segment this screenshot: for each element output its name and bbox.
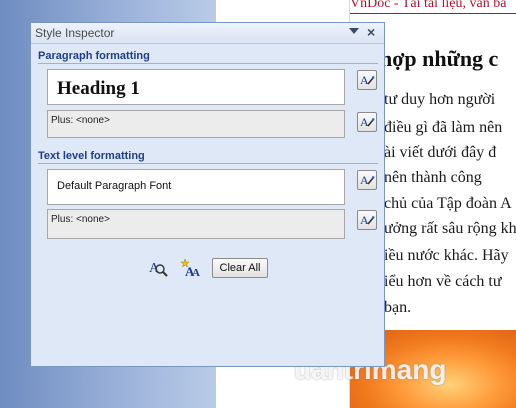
paragraph-plus-value: Plus: <none> <box>51 115 110 126</box>
document-line: iều nước khác. Hãy <box>384 247 509 264</box>
close-button[interactable]: × <box>367 24 375 40</box>
section-divider <box>38 63 378 64</box>
document-line: điều gì đã làm nên <box>384 119 503 136</box>
chevron-down-icon[interactable] <box>349 28 359 34</box>
text-plus-value: Plus: <none> <box>51 214 110 225</box>
svg-text:A: A <box>360 73 369 87</box>
paragraph-style-box[interactable]: Heading 1 <box>47 69 345 105</box>
panel-title: Style Inspector <box>35 26 115 40</box>
svg-text:A: A <box>360 173 369 187</box>
text-level-formatting-heading: Text level formatting <box>38 150 145 162</box>
document-line: bạn. <box>384 299 412 316</box>
style-options-icon: A <box>360 173 375 187</box>
paragraph-formatting-heading: Paragraph formatting <box>38 50 150 62</box>
section-divider <box>38 163 378 164</box>
reveal-formatting-button[interactable]: A <box>148 258 168 278</box>
paragraph-style-options-button[interactable]: A <box>357 70 377 90</box>
svg-text:A: A <box>149 261 160 276</box>
style-options-icon: A <box>360 115 375 129</box>
text-style-options-button[interactable]: A <box>357 170 377 190</box>
reveal-formatting-icon: A <box>149 261 168 277</box>
svg-text:A: A <box>360 115 369 129</box>
new-style-icon: A A <box>180 258 200 279</box>
document-line: iểu hơn về cách tư <box>384 273 502 290</box>
text-plus-options-button[interactable]: A <box>357 210 377 230</box>
svg-text:A: A <box>192 267 200 278</box>
paragraph-style-value: Heading 1 <box>57 78 140 99</box>
document-line: chủ của Tập đoàn A <box>384 195 512 212</box>
text-style-box[interactable]: Default Paragraph Font <box>47 169 345 205</box>
style-options-icon: A <box>360 213 375 227</box>
document-line: ưởng rất sâu rộng kh <box>384 220 516 237</box>
svg-text:A: A <box>360 213 369 227</box>
clear-all-button[interactable]: Clear All <box>212 258 268 278</box>
document-heading: hợp những c <box>380 46 499 71</box>
style-inspector-panel: Style Inspector × Paragraph formatting H… <box>30 22 385 367</box>
new-style-button[interactable]: A A <box>180 258 200 279</box>
text-plus-box: Plus: <none> <box>47 209 345 239</box>
document-line: nên thành công <box>384 169 482 186</box>
document-line: tư duy hơn người <box>384 91 496 108</box>
paragraph-plus-options-button[interactable]: A <box>357 112 377 132</box>
panel-titlebar[interactable]: Style Inspector × <box>31 23 384 44</box>
paragraph-plus-box: Plus: <none> <box>47 110 345 138</box>
document-line: ài viết dưới đây đ <box>384 144 497 161</box>
style-options-icon: A <box>360 73 375 87</box>
document-header-text: VnDoc - Tài tài liệu, văn bả <box>350 0 516 14</box>
text-style-value: Default Paragraph Font <box>57 180 172 192</box>
